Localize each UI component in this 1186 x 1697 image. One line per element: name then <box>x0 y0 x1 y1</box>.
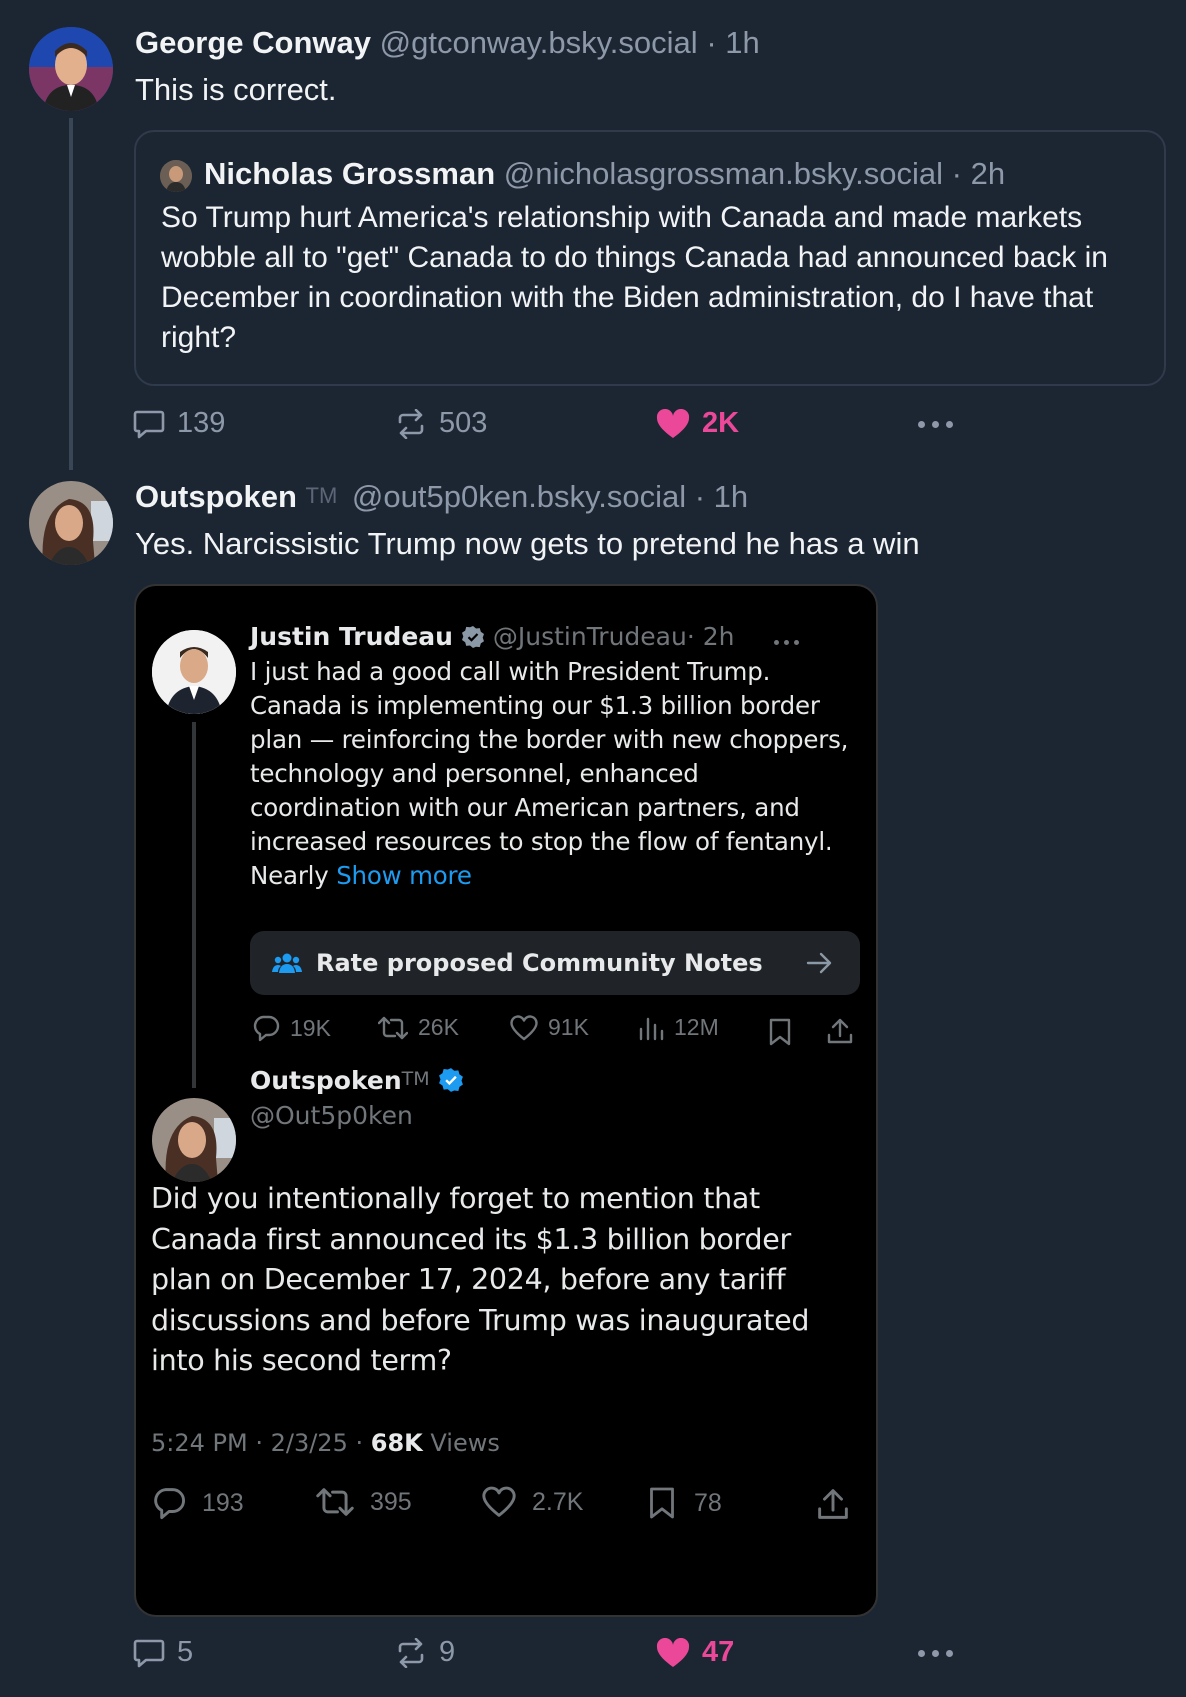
trademark-label: TM <box>401 1068 430 1090</box>
tweet-reply-count: 19K <box>290 1014 331 1041</box>
share-icon <box>818 1489 848 1519</box>
community-notes-bar: Rate proposed Community Notes <box>250 931 860 995</box>
heart-outline-icon <box>482 1486 516 1517</box>
embedded-image[interactable]: Justin Trudeau @JustinTrudeau· 2h I just… <box>134 584 878 1617</box>
verified-badge-icon <box>438 1068 463 1092</box>
more-options-icon[interactable] <box>918 1650 953 1657</box>
heart-outline-icon <box>510 1014 538 1040</box>
tweet-time: · 2h <box>686 622 735 651</box>
retweet-icon <box>378 1016 408 1039</box>
repost-button[interactable]: 9 <box>395 1636 455 1669</box>
tweet-timestamp: 5:24 PM · 2/3/25 · 68K Views <box>151 1429 500 1457</box>
thread-line <box>69 118 73 470</box>
timestamp-text: 5:24 PM · 2/3/25 · <box>151 1429 364 1457</box>
tweet-author-name: Justin Trudeau <box>250 622 453 651</box>
tweet-handle: @JustinTrudeau <box>492 622 687 651</box>
quote-text: So Trump hurt America's relationship wit… <box>161 201 1108 354</box>
more-options-icon <box>774 640 799 645</box>
repost-icon <box>398 408 424 439</box>
like-button[interactable]: 47 <box>656 1636 734 1669</box>
repost-count: 9 <box>439 1636 456 1668</box>
avatar-george-conway[interactable] <box>29 27 113 111</box>
tweet-repost-count: 395 <box>370 1487 412 1516</box>
people-icon <box>272 953 302 973</box>
tweet-text: I just had a good call with President Tr… <box>250 655 850 893</box>
repost-count: 503 <box>439 407 488 439</box>
tweet-repost-stat: 26K <box>378 1014 459 1041</box>
tweet-views-stat: 12M <box>638 1014 719 1041</box>
reply-button[interactable]: 5 <box>133 1636 193 1669</box>
quote-author-name: Nicholas Grossman <box>204 156 496 191</box>
tweet-text: Did you intentionally forget to mention … <box>151 1182 810 1377</box>
post-time[interactable]: · 1h <box>706 25 759 60</box>
tweet-repost-count: 26K <box>418 1014 459 1040</box>
avatar-outspoken[interactable] <box>29 481 113 565</box>
comment-icon <box>154 1488 185 1520</box>
like-button[interactable]: 2K <box>656 407 739 440</box>
heart-filled-icon <box>656 1637 690 1667</box>
arrow-right-icon <box>806 952 832 974</box>
author-handle[interactable]: @out5p0ken.bsky.social <box>352 479 686 514</box>
tweet-views-count: 12M <box>674 1014 719 1040</box>
quote-time: · 2h <box>951 156 1006 191</box>
more-options-icon[interactable] <box>918 421 953 428</box>
tweet-bookmark-count: 78 <box>694 1488 722 1517</box>
show-more-link: Show more <box>336 861 472 890</box>
quote-post-card[interactable]: Nicholas Grossman @nicholasgrossman.bsky… <box>134 130 1166 386</box>
tweet-reply-stat: 193 <box>152 1486 244 1520</box>
quote-author-handle: @nicholasgrossman.bsky.social <box>503 156 944 191</box>
tweet-header: OutspokenTM <box>250 1066 464 1095</box>
views-chart-icon <box>639 1017 664 1040</box>
tweet-like-count: 91K <box>548 1014 589 1040</box>
thread-line <box>192 722 196 1088</box>
share-icon <box>827 1018 853 1044</box>
tweet-bookmark-stat: 78 <box>648 1486 722 1520</box>
post-header: George Conway @gtconway.bsky.social · 1h <box>135 25 760 61</box>
tweet-like-stat: 91K <box>510 1014 589 1041</box>
author-handle[interactable]: @gtconway.bsky.social <box>380 25 698 60</box>
post-text: This is correct. <box>135 72 337 107</box>
verified-badge-icon <box>461 626 484 648</box>
like-count: 47 <box>702 1636 735 1668</box>
retweet-icon <box>316 1488 354 1516</box>
repost-button[interactable]: 503 <box>395 407 487 440</box>
tweet-handle: @Out5p0ken <box>250 1101 413 1130</box>
reply-count: 139 <box>177 407 226 439</box>
post-text: Yes. Narcissistic Trump now gets to pret… <box>135 526 920 561</box>
repost-icon <box>398 1637 424 1668</box>
bookmark-icon <box>769 1018 791 1046</box>
community-notes-label: Rate proposed Community Notes <box>316 949 763 977</box>
post-header: Outspoken TM @out5p0ken.bsky.social · 1h <box>135 479 748 515</box>
comment-icon <box>253 1015 280 1042</box>
tweet-repost-stat: 395 <box>316 1486 412 1518</box>
heart-filled-icon <box>656 408 690 438</box>
tweet-body: I just had a good call with President Tr… <box>250 657 849 890</box>
tweet-reply-stat: 19K <box>252 1014 331 1042</box>
tweet-like-count: 2.7K <box>532 1487 584 1516</box>
bookmark-icon <box>650 1487 674 1519</box>
post-time[interactable]: · 1h <box>695 479 748 514</box>
trademark-label: TM <box>305 483 338 508</box>
views-label: Views <box>430 1429 500 1457</box>
avatar-nicholas-grossman <box>160 160 192 192</box>
avatar-outspoken-x <box>152 1098 236 1182</box>
reply-button[interactable]: 139 <box>133 407 225 440</box>
tweet-header: Justin Trudeau @JustinTrudeau· 2h <box>250 622 735 651</box>
tweet-like-stat: 2.7K <box>482 1486 583 1518</box>
comment-icon <box>133 1639 165 1667</box>
tweet-author-name: Outspoken <box>250 1066 402 1095</box>
quote-header: Nicholas Grossman @nicholasgrossman.bsky… <box>204 156 1005 192</box>
avatar-justin-trudeau <box>152 630 236 714</box>
author-name[interactable]: Outspoken <box>135 479 297 514</box>
like-count: 2K <box>702 407 740 439</box>
views-count: 68K <box>370 1429 423 1457</box>
comment-icon <box>133 410 165 438</box>
author-name[interactable]: George Conway <box>135 25 371 60</box>
tweet-reply-count: 193 <box>202 1488 244 1517</box>
reply-count: 5 <box>177 1636 194 1668</box>
